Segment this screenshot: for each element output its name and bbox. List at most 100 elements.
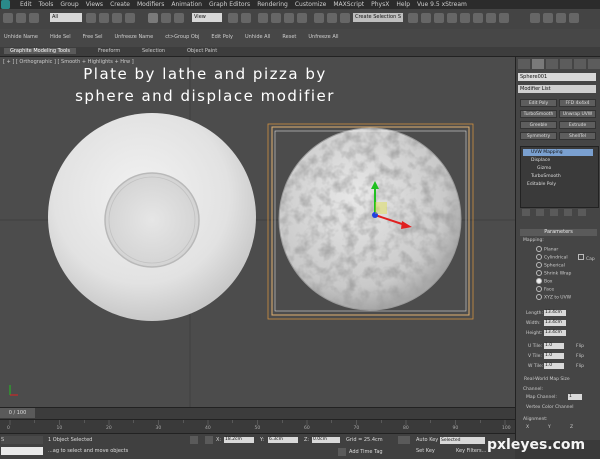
unwrap-uvw-modifier-button[interactable]: Unwrap UVW — [559, 110, 596, 118]
edit-named-selection-icon[interactable] — [314, 13, 324, 23]
turbosmooth-modifier-button[interactable]: TurboSmooth — [520, 110, 557, 118]
width-spinner[interactable]: 13.4cm — [544, 320, 566, 326]
select-object-icon[interactable] — [86, 13, 96, 23]
mirror-icon[interactable] — [327, 13, 337, 23]
graphite-toggle-icon[interactable] — [421, 13, 431, 23]
modify-tab-icon[interactable] — [532, 59, 544, 69]
unhide-name-button[interactable]: Unhide Name — [4, 34, 38, 40]
app-logo-icon[interactable] — [1, 0, 10, 9]
mapping-spherical[interactable]: Spherical — [536, 262, 565, 269]
utilities-tab-icon[interactable] — [588, 59, 600, 69]
modifier-list-dropdown[interactable]: Modifier List — [518, 85, 596, 93]
unhide-all-button[interactable]: Unhide All — [245, 34, 270, 40]
length-spinner[interactable]: 13.4cm — [544, 310, 566, 316]
viewport-canvas[interactable] — [0, 57, 515, 407]
undo-icon[interactable] — [3, 13, 13, 23]
menu-graph-editors[interactable]: Graph Editors — [209, 1, 250, 8]
mapping-xyz-to-uvw[interactable]: XYZ to UVW — [536, 294, 571, 301]
menu-maxscript[interactable]: MAXScript — [333, 1, 364, 8]
extrude-modifier-button[interactable]: Extrude — [559, 121, 596, 129]
menu-vue[interactable]: Vue 9.5 xStream — [417, 1, 467, 8]
absolute-mode-icon[interactable] — [205, 436, 213, 444]
z-coordinate-field[interactable]: 0.0cm — [312, 437, 340, 443]
menu-views[interactable]: Views — [86, 1, 103, 8]
align-z-radio[interactable]: Z — [570, 425, 573, 430]
time-tag-icon[interactable] — [338, 448, 346, 456]
stack-item-gizmo[interactable]: Gizmo — [523, 165, 593, 172]
curve-editor-icon[interactable] — [434, 13, 444, 23]
tab-object-paint[interactable]: Object Paint — [187, 48, 217, 54]
select-by-name-icon[interactable] — [99, 13, 109, 23]
rect-selection-icon[interactable] — [112, 13, 122, 23]
free-sel-button[interactable]: Free Sel — [83, 34, 103, 40]
shell-modifier-button[interactable]: ShellTel — [559, 132, 596, 140]
menu-customize[interactable]: Customize — [295, 1, 327, 8]
real-world-map-size-checkbox[interactable]: Real-World Map Size — [524, 377, 570, 382]
hide-sel-button[interactable]: Hide Sel — [50, 34, 71, 40]
rendered-frame-icon[interactable] — [486, 13, 496, 23]
window-crossing-icon[interactable] — [125, 13, 135, 23]
tab-selection[interactable]: Selection — [142, 48, 165, 54]
stack-item-uvw-mapping[interactable]: UVW Mapping — [523, 149, 593, 156]
time-slider[interactable]: 0 / 100 — [0, 408, 35, 418]
u-flip-checkbox[interactable]: Flip — [576, 344, 584, 349]
lock-selection-icon[interactable] — [190, 436, 198, 444]
plate-object[interactable] — [48, 113, 256, 321]
track-bar[interactable]: 0 10 20 30 40 50 60 70 80 90 100 — [0, 419, 515, 434]
show-end-result-icon[interactable] — [536, 209, 544, 216]
tab-freeform[interactable]: Freeform — [98, 48, 120, 54]
v-tile-spinner[interactable]: 1.0 — [544, 353, 564, 359]
scale-icon[interactable] — [174, 13, 184, 23]
mapping-cylindrical[interactable]: Cylindrical — [536, 254, 568, 261]
y-coordinate-field[interactable]: 6.3cm — [268, 437, 298, 443]
ffd-modifier-button[interactable]: FFD 4x4x4 — [559, 99, 596, 107]
mapping-face[interactable]: Face — [536, 286, 554, 293]
redo-icon[interactable] — [16, 13, 26, 23]
schematic-view-icon[interactable] — [447, 13, 457, 23]
height-spinner[interactable]: 13.4cm — [544, 330, 566, 336]
menu-modifiers[interactable]: Modifiers — [137, 1, 164, 8]
maxscript-mini-listener[interactable] — [1, 447, 43, 455]
group-obj-button[interactable]: ct>Group Obj — [165, 34, 199, 40]
vue-icon[interactable] — [530, 13, 540, 23]
viewport-orthographic[interactable]: [ + ] [ Orthographic ] [ Smooth + Highli… — [0, 57, 515, 407]
snaps-icon[interactable] — [258, 13, 268, 23]
u-tile-spinner[interactable]: 1.0 — [544, 343, 564, 349]
menu-physx[interactable]: PhysX — [371, 1, 389, 8]
object-name-field[interactable]: Sphere001 — [518, 73, 596, 81]
unfreeze-all-button[interactable]: Unfreeze All — [308, 34, 338, 40]
motion-tab-icon[interactable] — [560, 59, 572, 69]
vue-render-icon[interactable] — [543, 13, 553, 23]
pizza-object[interactable] — [278, 127, 462, 311]
spinner-snap-icon[interactable] — [297, 13, 307, 23]
pin-stack-icon[interactable] — [522, 209, 530, 216]
parameters-rollout[interactable]: Parameters — [520, 229, 597, 236]
percent-snap-icon[interactable] — [284, 13, 294, 23]
edit-poly-button[interactable]: Edit Poly — [211, 34, 233, 40]
move-icon[interactable] — [148, 13, 158, 23]
maxscript-listener[interactable]: S — [1, 436, 43, 444]
set-key-button[interactable]: Set Key — [416, 447, 435, 455]
menu-rendering[interactable]: Rendering — [257, 1, 288, 8]
unfreeze-name-button[interactable]: Unfreeze Name — [114, 34, 153, 40]
angle-snap-icon[interactable] — [271, 13, 281, 23]
cap-checkbox[interactable]: Cap — [578, 254, 595, 262]
remove-modifier-icon[interactable] — [564, 209, 572, 216]
w-tile-spinner[interactable]: 1.0 — [544, 363, 564, 369]
symmetry-modifier-button[interactable]: Symmetry — [520, 132, 557, 140]
vue-sync-icon[interactable] — [569, 13, 579, 23]
reference-coord-dropdown[interactable]: View — [192, 13, 222, 22]
align-x-radio[interactable]: X — [526, 425, 529, 430]
selection-filter-dropdown[interactable]: All — [50, 13, 82, 22]
vertex-color-channel-radio[interactable]: Vertex Color Channel — [526, 405, 574, 410]
stack-item-displace[interactable]: Displace — [523, 157, 593, 164]
rotate-icon[interactable] — [161, 13, 171, 23]
key-filters-button[interactable]: Key Filters... — [456, 447, 486, 455]
pivot-icon[interactable] — [228, 13, 238, 23]
link-icon[interactable] — [29, 13, 39, 23]
menu-group[interactable]: Group — [60, 1, 78, 8]
menu-tools[interactable]: Tools — [39, 1, 54, 8]
tab-graphite-modeling[interactable]: Graphite Modeling Tools — [4, 48, 77, 54]
align-y-radio[interactable]: Y — [548, 425, 551, 430]
key-icon[interactable] — [398, 436, 410, 444]
